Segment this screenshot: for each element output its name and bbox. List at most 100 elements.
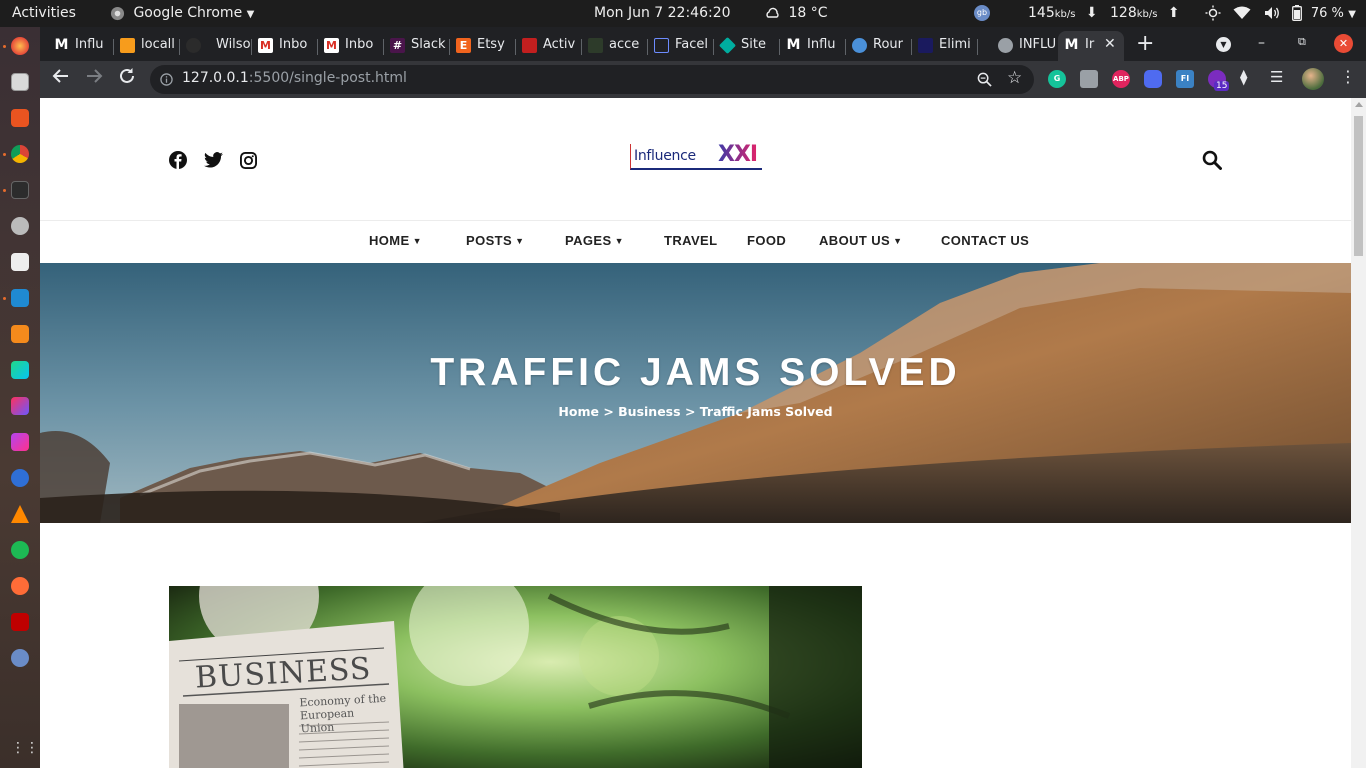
postman-icon[interactable] [11, 577, 29, 595]
tab[interactable]: Elimi [912, 31, 978, 61]
nav-item-about-us[interactable]: ABOUT US ▼ [819, 233, 902, 248]
breadcrumb-separator: > [684, 404, 696, 419]
newspaper-subhead: Economy of the European Union [299, 691, 387, 736]
tab-label: acce [609, 37, 640, 52]
vlc-icon[interactable] [11, 505, 29, 523]
clock[interactable]: Mon Jun 7 22:46:20 [594, 0, 731, 27]
profile-avatar[interactable] [1302, 68, 1324, 90]
nav-item-contact-us[interactable]: CONTACT US [941, 233, 1029, 248]
bookmark-star-icon[interactable]: ☆ [1007, 68, 1022, 88]
tab-search-button[interactable]: ▼ [1216, 37, 1231, 52]
adblock-icon[interactable]: ABP [1112, 70, 1130, 88]
site-logo[interactable]: Influence XXI [630, 142, 762, 170]
battery-icon [1292, 5, 1303, 21]
page-scrollbar[interactable] [1351, 98, 1366, 768]
close-tab-icon[interactable]: ✕ [1104, 36, 1116, 52]
intellij-icon[interactable] [11, 397, 29, 415]
terminal-icon[interactable] [11, 181, 29, 199]
tab[interactable]: Facel [648, 31, 714, 61]
tab-active[interactable]: M Ir ✕ [1058, 31, 1124, 61]
ext-gray-icon[interactable] [1080, 70, 1098, 88]
maximize-button[interactable]: ⧉ [1298, 35, 1306, 49]
breadcrumb-business[interactable]: Business [618, 404, 680, 419]
etsy-icon: E [456, 38, 471, 53]
extensions-puzzle-icon[interactable]: ⧫ [1240, 68, 1247, 86]
spotify-icon[interactable] [11, 541, 29, 559]
firefox-icon[interactable] [11, 37, 29, 55]
reload-icon [120, 68, 134, 83]
tab[interactable]: # Slack [384, 31, 450, 61]
settings-icon[interactable] [11, 217, 29, 235]
app-menu[interactable]: Google Chrome ▼ [110, 0, 254, 27]
blue-app-icon[interactable] [11, 469, 29, 487]
tab[interactable]: Site [714, 31, 780, 61]
minimize-button[interactable]: – [1258, 35, 1265, 51]
new-tab-button[interactable]: + [1136, 31, 1154, 57]
zoom-extension-icon[interactable] [1144, 70, 1162, 88]
activities-button[interactable]: Activities [12, 0, 76, 27]
tab[interactable]: Rour [846, 31, 912, 61]
vscode-icon[interactable] [11, 289, 29, 307]
files-icon[interactable] [11, 73, 29, 91]
tab[interactable]: M Inbo [252, 31, 318, 61]
address-bar[interactable]: 127.0.0.1:5500/single-post.html ☆ [150, 65, 1034, 94]
webstorm-icon[interactable] [11, 361, 29, 379]
phpstorm-icon[interactable] [11, 433, 29, 451]
temperature: 18 °C [788, 5, 828, 21]
nav-item-pages[interactable]: PAGES ▼ [565, 233, 624, 248]
tab[interactable]: locall [114, 31, 180, 61]
network-monitor[interactable]: gb [974, 0, 990, 27]
breadcrumb-home[interactable]: Home [558, 404, 599, 419]
weather-indicator[interactable]: 18 °C [765, 0, 828, 27]
tab[interactable]: INFLU [992, 31, 1058, 61]
tab-label: Wilso [216, 37, 251, 52]
tab[interactable]: M Influ [48, 31, 114, 61]
nav-item-posts[interactable]: POSTS ▼ [466, 233, 524, 248]
tab[interactable]: Wilso [180, 31, 252, 61]
nav-item-food[interactable]: FOOD [747, 233, 786, 248]
grammarly-icon[interactable]: G [1048, 70, 1066, 88]
tab[interactable]: acce [582, 31, 648, 61]
browser-menu-icon[interactable]: ⋮ [1340, 67, 1356, 86]
upload-speed: 128kb/s ⬆ [1110, 0, 1180, 27]
forward-button[interactable] [85, 67, 103, 89]
tab[interactable]: M Inbo [318, 31, 384, 61]
close-window-button[interactable]: ✕ [1334, 34, 1353, 53]
xampp-icon [120, 38, 135, 53]
page-title: TRAFFIC JAMS SOLVED [430, 351, 961, 394]
reload-button[interactable] [118, 67, 136, 89]
tab-label: Slack [411, 37, 446, 52]
tab[interactable]: M Influ [780, 31, 846, 61]
sublime-text-icon[interactable] [11, 325, 29, 343]
nav-item-home[interactable]: HOME ▼ [369, 233, 422, 248]
running-indicator [3, 153, 6, 156]
nav-item-travel[interactable]: TRAVEL [664, 233, 717, 248]
system-top-bar: Activities Google Chrome ▼ Mon Jun 7 22:… [0, 0, 1366, 27]
software-center-icon[interactable] [11, 109, 29, 127]
tab-separator [977, 39, 978, 55]
upload-value: 128 [1110, 5, 1137, 21]
filezilla-icon[interactable] [11, 613, 29, 631]
back-button[interactable] [52, 67, 70, 90]
facebook-icon[interactable] [169, 151, 187, 169]
site-info-icon[interactable] [160, 73, 173, 86]
network-app-icon[interactable] [11, 649, 29, 667]
battery-level: 76 % [1310, 6, 1344, 21]
search-icon[interactable] [1202, 150, 1222, 170]
screenshot-icon[interactable] [11, 253, 29, 271]
tab-label: Etsy [477, 37, 505, 52]
chrome-icon[interactable] [11, 145, 29, 163]
tab[interactable]: Activ [516, 31, 582, 61]
scroll-up-arrow[interactable] [1355, 102, 1363, 107]
instagram-icon[interactable] [240, 152, 257, 169]
zoom-icon[interactable] [977, 72, 992, 87]
scrollbar-thumb[interactable] [1354, 116, 1363, 256]
dock: ⋮⋮ [0, 27, 40, 768]
reading-list-icon[interactable]: ☰ [1270, 68, 1283, 86]
system-menu[interactable]: 76 % ▼ [1205, 0, 1356, 27]
twitter-icon[interactable] [204, 152, 223, 168]
slack-icon: # [390, 38, 405, 53]
fonts-ninja-icon[interactable]: FI [1176, 70, 1194, 88]
tab[interactable]: E Etsy [450, 31, 516, 61]
show-apps-icon[interactable]: ⋮⋮ [11, 739, 39, 757]
